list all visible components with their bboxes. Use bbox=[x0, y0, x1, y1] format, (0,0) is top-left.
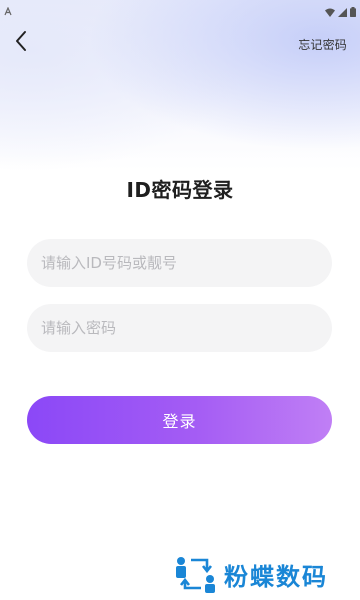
wifi-icon bbox=[325, 2, 335, 21]
status-bar bbox=[0, 0, 360, 17]
login-screen: 忘记密码 ID密码登录 登录 粉蝶数码 bbox=[0, 0, 360, 600]
password-input[interactable] bbox=[27, 304, 332, 352]
watermark: 粉蝶数码 bbox=[174, 555, 328, 593]
page-title: ID密码登录 bbox=[126, 178, 234, 202]
battery-icon bbox=[350, 2, 356, 21]
login-button[interactable]: 登录 bbox=[27, 396, 332, 444]
status-icons bbox=[325, 2, 356, 21]
back-button[interactable] bbox=[8, 30, 34, 56]
forgot-password-link[interactable]: 忘记密码 bbox=[298, 36, 347, 53]
id-field-container bbox=[27, 239, 332, 287]
id-input[interactable] bbox=[27, 239, 332, 287]
a-notification-icon bbox=[4, 1, 12, 16]
watermark-text: 粉蝶数码 bbox=[224, 562, 328, 591]
people-exchange-logo bbox=[174, 555, 218, 593]
chevron-left-icon bbox=[14, 30, 28, 56]
cellular-signal-icon bbox=[338, 2, 347, 21]
password-field-container bbox=[27, 304, 332, 352]
